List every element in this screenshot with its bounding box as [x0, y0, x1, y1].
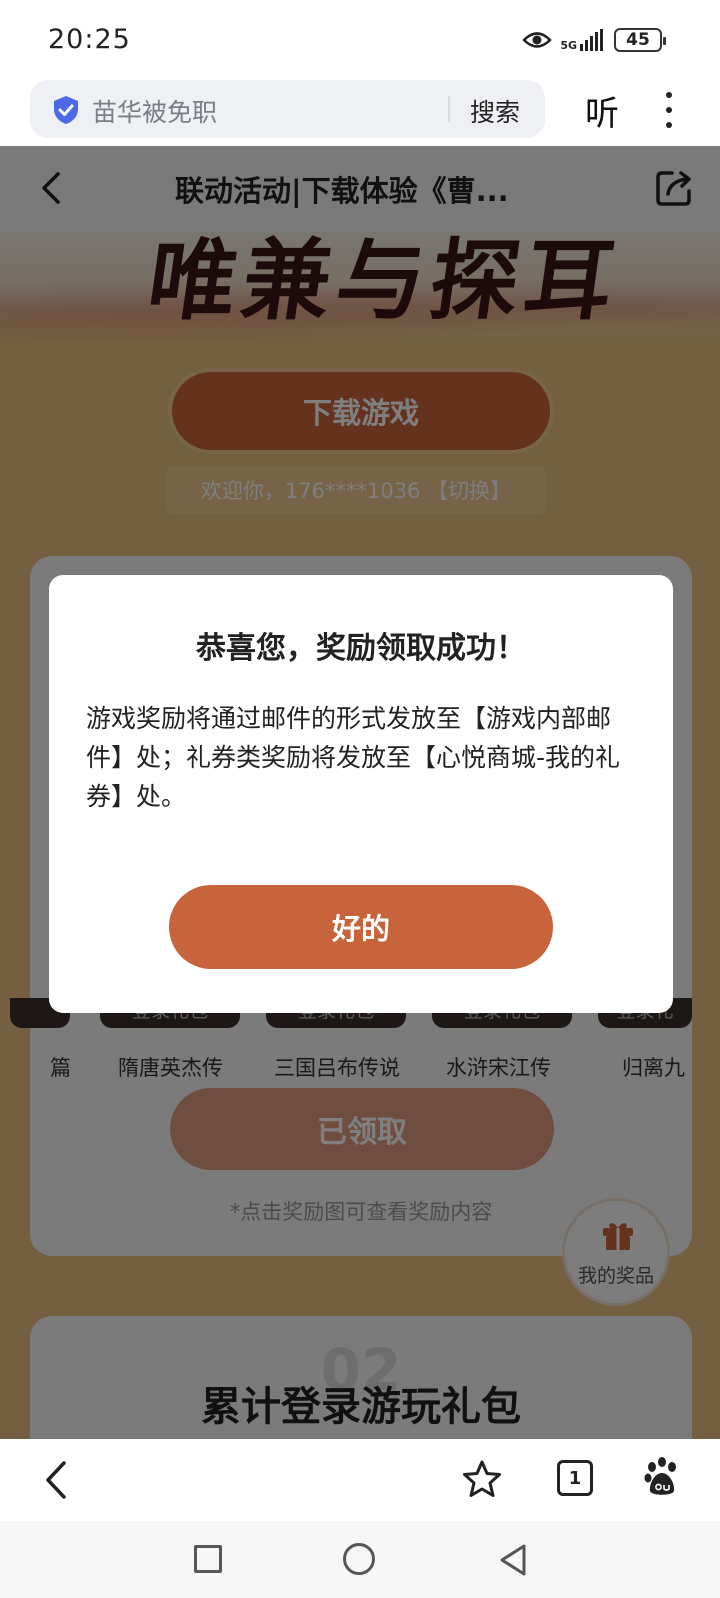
battery-level: 45: [626, 30, 650, 50]
ok-button[interactable]: 好的: [169, 885, 553, 969]
search-divider: [448, 96, 450, 122]
baidu-paw-icon[interactable]: [644, 1457, 680, 1497]
tabs-button[interactable]: 1: [557, 1460, 593, 1496]
success-dialog: 恭喜您，奖励领取成功！ 游戏奖励将通过邮件的形式发放至【游戏内部邮件】处；礼券类…: [49, 575, 673, 1013]
signal-icon: [580, 29, 603, 51]
home-icon[interactable]: [343, 1543, 375, 1575]
search-button[interactable]: 搜索: [470, 93, 520, 129]
system-nav-bar: [0, 1521, 720, 1598]
more-menu-icon[interactable]: [664, 92, 674, 128]
status-icons: 5G 45: [522, 28, 666, 52]
shield-icon: [54, 96, 78, 124]
dialog-title: 恭喜您，奖励领取成功！: [196, 631, 526, 666]
browser-address-bar: 苗华被免职 搜索 听: [0, 78, 720, 146]
status-time: 20:25: [48, 24, 131, 55]
recents-icon[interactable]: [194, 1545, 222, 1573]
eye-icon: [522, 32, 553, 48]
network-indicator: 5G: [560, 29, 606, 51]
browser-toolbar: 1: [0, 1439, 720, 1521]
back-icon[interactable]: [44, 1459, 68, 1501]
status-bar: 20:25 5G 45: [0, 0, 720, 78]
search-box[interactable]: 苗华被免职 搜索: [30, 80, 545, 138]
network-type: 5G: [560, 39, 577, 52]
listen-button[interactable]: 听: [585, 86, 619, 135]
bookmark-star-icon[interactable]: [462, 1459, 502, 1499]
back-triangle-icon[interactable]: [498, 1543, 528, 1577]
search-query[interactable]: 苗华被免职: [92, 93, 217, 129]
battery-icon: 45: [614, 28, 666, 52]
tab-count: 1: [568, 1467, 582, 1489]
dialog-message: 游戏奖励将通过邮件的形式发放至【游戏内部邮件】处；礼券类奖励将发放至【心悦商城-…: [86, 704, 621, 811]
